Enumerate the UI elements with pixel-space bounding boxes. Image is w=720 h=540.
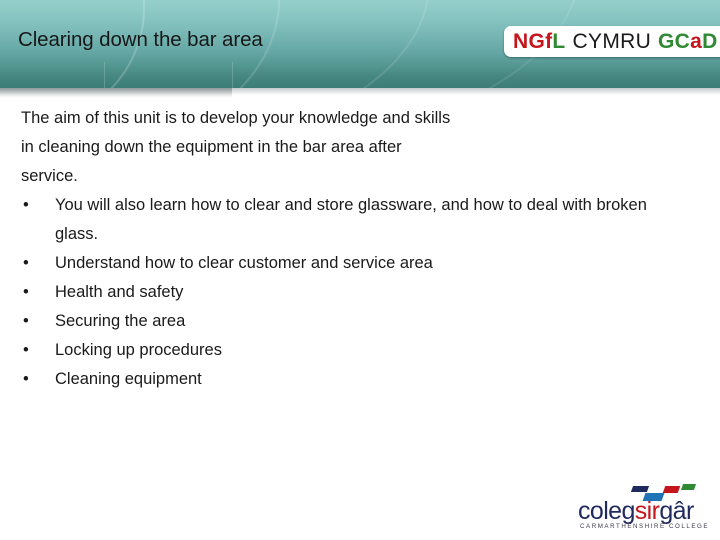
wordmark-coleg: coleg — [578, 497, 635, 525]
list-item: • Locking up procedures — [21, 336, 693, 365]
ngfl-logo-l: L — [552, 30, 566, 53]
objectives-bullet-list: • You will also learn how to clear and s… — [21, 191, 693, 394]
bullet-icon: • — [23, 312, 29, 330]
list-item-label: Cleaning equipment — [55, 370, 202, 388]
list-item-label: You will also learn how to clear and sto… — [55, 196, 647, 243]
header-band-shadow-left — [0, 88, 232, 98]
list-item: • Cleaning equipment — [21, 365, 693, 394]
ngfl-logo-a: a — [690, 30, 703, 53]
list-item-label: Securing the area — [55, 312, 186, 330]
list-item: • You will also learn how to clear and s… — [21, 191, 693, 249]
logo-parallelogram-navy — [630, 486, 650, 492]
bullet-icon: • — [23, 283, 29, 301]
ngfl-logo-ngf: NGf — [513, 30, 553, 53]
header-seam — [104, 62, 105, 88]
coleg-sir-gar-subtitle: CARMARTHENSHIRE COLLEGE — [580, 523, 710, 530]
list-item: • Securing the area — [21, 307, 693, 336]
slide-canvas: Clearing down the bar area NGfL CYMRU GCaD… — [0, 0, 720, 540]
ngfl-logo-text: NGfL CYMRU GCaD — [513, 31, 718, 52]
wordmark-gar: gâr — [659, 497, 694, 525]
list-item-label: Understand how to clear customer and ser… — [55, 254, 433, 272]
ngfl-logo-gc: GC — [658, 30, 691, 53]
header-seam — [232, 62, 233, 88]
coleg-sir-gar-logo: colegsirgâr CARMARTHENSHIRE COLLEGE — [578, 484, 708, 532]
intro-paragraph: The aim of this unit is to develop your … — [21, 104, 691, 191]
list-item: • Health and safety — [21, 278, 693, 307]
ngfl-logo-d: D — [702, 30, 718, 53]
logo-parallelogram-red — [662, 486, 681, 493]
ngfl-cymru-gcad-logo: NGfL CYMRU GCaD — [504, 26, 720, 57]
slide-title: Clearing down the bar area — [18, 28, 263, 51]
bullet-icon: • — [23, 370, 29, 388]
wordmark-sir: sir — [634, 497, 660, 525]
coleg-sir-gar-wordmark: colegsirgâr — [578, 497, 694, 525]
logo-parallelogram-green — [680, 484, 697, 490]
bullet-icon: • — [23, 341, 29, 359]
list-item-label: Locking up procedures — [55, 341, 222, 359]
list-item-label: Health and safety — [55, 283, 184, 301]
bullet-icon: • — [23, 196, 29, 214]
ngfl-logo-cymru: CYMRU — [572, 30, 652, 53]
intro-line: The aim of this unit is to develop your … — [21, 109, 451, 127]
intro-line: service. — [21, 167, 78, 185]
intro-line: in cleaning down the equipment in the ba… — [21, 138, 402, 156]
list-item: • Understand how to clear customer and s… — [21, 249, 693, 278]
bullet-icon: • — [23, 254, 29, 272]
